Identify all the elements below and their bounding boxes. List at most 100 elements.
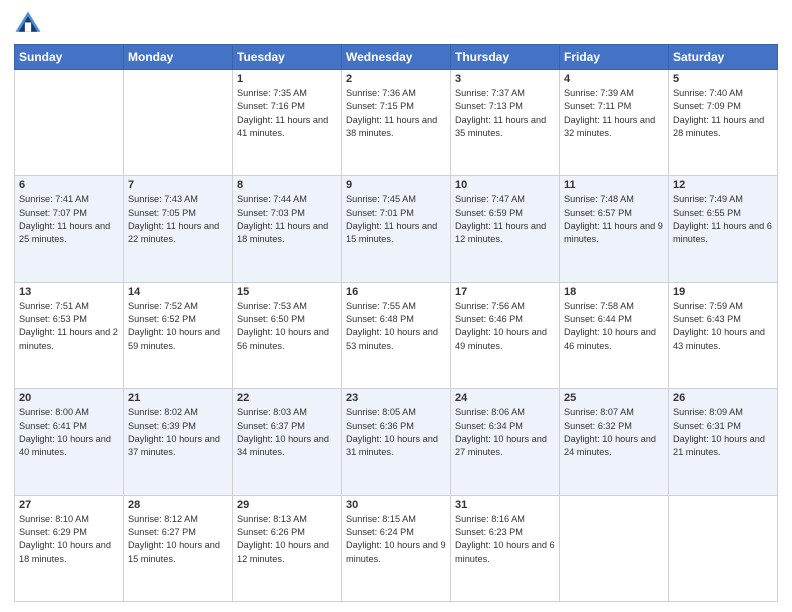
calendar-cell: 26 Sunrise: 8:09 AM Sunset: 6:31 PM Dayli…: [669, 389, 778, 495]
day-number: 25: [564, 392, 664, 404]
cell-info: Sunrise: 7:37 AM Sunset: 7:13 PM Dayligh…: [455, 87, 555, 140]
day-number: 21: [128, 392, 228, 404]
calendar-header-row: SundayMondayTuesdayWednesdayThursdayFrid…: [15, 45, 778, 70]
day-number: 19: [673, 286, 773, 298]
cell-info: Sunrise: 7:39 AM Sunset: 7:11 PM Dayligh…: [564, 87, 664, 140]
calendar-header-thursday: Thursday: [451, 45, 560, 70]
day-number: 15: [237, 286, 337, 298]
day-number: 11: [564, 179, 664, 191]
day-number: 2: [346, 73, 446, 85]
calendar-cell: 23 Sunrise: 8:05 AM Sunset: 6:36 PM Dayli…: [342, 389, 451, 495]
day-number: 7: [128, 179, 228, 191]
calendar-cell: 28 Sunrise: 8:12 AM Sunset: 6:27 PM Dayli…: [124, 495, 233, 601]
day-number: 4: [564, 73, 664, 85]
calendar-cell: 24 Sunrise: 8:06 AM Sunset: 6:34 PM Dayli…: [451, 389, 560, 495]
day-number: 24: [455, 392, 555, 404]
logo-icon: [14, 10, 42, 38]
cell-info: Sunrise: 7:58 AM Sunset: 6:44 PM Dayligh…: [564, 300, 664, 353]
calendar-cell: 25 Sunrise: 8:07 AM Sunset: 6:32 PM Dayli…: [560, 389, 669, 495]
calendar-cell: 13 Sunrise: 7:51 AM Sunset: 6:53 PM Dayli…: [15, 282, 124, 388]
day-number: 12: [673, 179, 773, 191]
cell-info: Sunrise: 7:55 AM Sunset: 6:48 PM Dayligh…: [346, 300, 446, 353]
cell-info: Sunrise: 7:53 AM Sunset: 6:50 PM Dayligh…: [237, 300, 337, 353]
day-number: 5: [673, 73, 773, 85]
calendar-cell: 27 Sunrise: 8:10 AM Sunset: 6:29 PM Dayli…: [15, 495, 124, 601]
calendar-cell: [15, 70, 124, 176]
calendar-cell: 8Sunrise: 7:44 AM Sunset: 7:03 PM Daylig…: [233, 176, 342, 282]
calendar-cell: 9 Sunrise: 7:45 AM Sunset: 7:01 PM Daylig…: [342, 176, 451, 282]
calendar-week-row: 20 Sunrise: 8:00 AM Sunset: 6:41 PM Dayli…: [15, 389, 778, 495]
cell-info: Sunrise: 7:48 AM Sunset: 6:57 PM Dayligh…: [564, 193, 664, 246]
cell-info: Sunrise: 7:56 AM Sunset: 6:46 PM Dayligh…: [455, 300, 555, 353]
day-number: 18: [564, 286, 664, 298]
calendar-cell: 3 Sunrise: 7:37 AM Sunset: 7:13 PM Daylig…: [451, 70, 560, 176]
calendar-cell: 11 Sunrise: 7:48 AM Sunset: 6:57 PM Dayli…: [560, 176, 669, 282]
day-number: 28: [128, 499, 228, 511]
calendar-cell: 5 Sunrise: 7:40 AM Sunset: 7:09 PM Daylig…: [669, 70, 778, 176]
day-number: 23: [346, 392, 446, 404]
calendar-header-sunday: Sunday: [15, 45, 124, 70]
cell-info: Sunrise: 8:09 AM Sunset: 6:31 PM Dayligh…: [673, 406, 773, 459]
cell-info: Sunrise: 8:06 AM Sunset: 6:34 PM Dayligh…: [455, 406, 555, 459]
calendar-cell: 14 Sunrise: 7:52 AM Sunset: 6:52 PM Dayli…: [124, 282, 233, 388]
calendar-week-row: 1 Sunrise: 7:35 AM Sunset: 7:16 PM Daylig…: [15, 70, 778, 176]
cell-info: Sunrise: 8:16 AM Sunset: 6:23 PM Dayligh…: [455, 513, 555, 566]
cell-info: Sunrise: 7:41 AM Sunset: 7:07 PM Dayligh…: [19, 193, 119, 246]
cell-info: Sunrise: 8:10 AM Sunset: 6:29 PM Dayligh…: [19, 513, 119, 566]
day-number: 14: [128, 286, 228, 298]
cell-info: Sunrise: 7:49 AM Sunset: 6:55 PM Dayligh…: [673, 193, 773, 246]
day-number: 6: [19, 179, 119, 191]
calendar-cell: 10Sunrise: 7:47 AM Sunset: 6:59 PM Dayli…: [451, 176, 560, 282]
day-number: 17: [455, 286, 555, 298]
calendar-header-friday: Friday: [560, 45, 669, 70]
cell-info: Sunrise: 7:40 AM Sunset: 7:09 PM Dayligh…: [673, 87, 773, 140]
calendar-cell: 29Sunrise: 8:13 AM Sunset: 6:26 PM Dayli…: [233, 495, 342, 601]
cell-info: Sunrise: 7:47 AM Sunset: 6:59 PM Dayligh…: [455, 193, 555, 246]
calendar-cell: 30 Sunrise: 8:15 AM Sunset: 6:24 PM Dayli…: [342, 495, 451, 601]
day-number: 22: [237, 392, 337, 404]
cell-info: Sunrise: 7:44 AM Sunset: 7:03 PM Dayligh…: [237, 193, 337, 246]
cell-info: Sunrise: 8:15 AM Sunset: 6:24 PM Dayligh…: [346, 513, 446, 566]
cell-info: Sunrise: 7:51 AM Sunset: 6:53 PM Dayligh…: [19, 300, 119, 353]
day-number: 30: [346, 499, 446, 511]
cell-info: Sunrise: 8:13 AM Sunset: 6:26 PM Dayligh…: [237, 513, 337, 566]
day-number: 26: [673, 392, 773, 404]
calendar-cell: [560, 495, 669, 601]
calendar-header-monday: Monday: [124, 45, 233, 70]
cell-info: Sunrise: 7:35 AM Sunset: 7:16 PM Dayligh…: [237, 87, 337, 140]
calendar-header-tuesday: Tuesday: [233, 45, 342, 70]
day-number: 3: [455, 73, 555, 85]
day-number: 27: [19, 499, 119, 511]
cell-info: Sunrise: 7:45 AM Sunset: 7:01 PM Dayligh…: [346, 193, 446, 246]
day-number: 13: [19, 286, 119, 298]
calendar-cell: 4 Sunrise: 7:39 AM Sunset: 7:11 PM Daylig…: [560, 70, 669, 176]
page: SundayMondayTuesdayWednesdayThursdayFrid…: [0, 0, 792, 612]
calendar-cell: [669, 495, 778, 601]
calendar-cell: 18 Sunrise: 7:58 AM Sunset: 6:44 PM Dayli…: [560, 282, 669, 388]
calendar-cell: 20 Sunrise: 8:00 AM Sunset: 6:41 PM Dayli…: [15, 389, 124, 495]
cell-info: Sunrise: 8:03 AM Sunset: 6:37 PM Dayligh…: [237, 406, 337, 459]
calendar-header-wednesday: Wednesday: [342, 45, 451, 70]
cell-info: Sunrise: 7:36 AM Sunset: 7:15 PM Dayligh…: [346, 87, 446, 140]
day-number: 9: [346, 179, 446, 191]
calendar-cell: 6 Sunrise: 7:41 AM Sunset: 7:07 PM Daylig…: [15, 176, 124, 282]
cell-info: Sunrise: 8:00 AM Sunset: 6:41 PM Dayligh…: [19, 406, 119, 459]
day-number: 1: [237, 73, 337, 85]
calendar-cell: 15 Sunrise: 7:53 AM Sunset: 6:50 PM Dayli…: [233, 282, 342, 388]
day-number: 20: [19, 392, 119, 404]
day-number: 16: [346, 286, 446, 298]
calendar-cell: [124, 70, 233, 176]
calendar-cell: 12 Sunrise: 7:49 AM Sunset: 6:55 PM Dayli…: [669, 176, 778, 282]
cell-info: Sunrise: 7:59 AM Sunset: 6:43 PM Dayligh…: [673, 300, 773, 353]
calendar-cell: 17 Sunrise: 7:56 AM Sunset: 6:46 PM Dayli…: [451, 282, 560, 388]
calendar-header-saturday: Saturday: [669, 45, 778, 70]
calendar-week-row: 6 Sunrise: 7:41 AM Sunset: 7:07 PM Daylig…: [15, 176, 778, 282]
calendar-week-row: 13 Sunrise: 7:51 AM Sunset: 6:53 PM Dayli…: [15, 282, 778, 388]
day-number: 31: [455, 499, 555, 511]
calendar-cell: 1 Sunrise: 7:35 AM Sunset: 7:16 PM Daylig…: [233, 70, 342, 176]
calendar-table: SundayMondayTuesdayWednesdayThursdayFrid…: [14, 44, 778, 602]
cell-info: Sunrise: 8:07 AM Sunset: 6:32 PM Dayligh…: [564, 406, 664, 459]
cell-info: Sunrise: 7:52 AM Sunset: 6:52 PM Dayligh…: [128, 300, 228, 353]
cell-info: Sunrise: 8:12 AM Sunset: 6:27 PM Dayligh…: [128, 513, 228, 566]
cell-info: Sunrise: 8:05 AM Sunset: 6:36 PM Dayligh…: [346, 406, 446, 459]
